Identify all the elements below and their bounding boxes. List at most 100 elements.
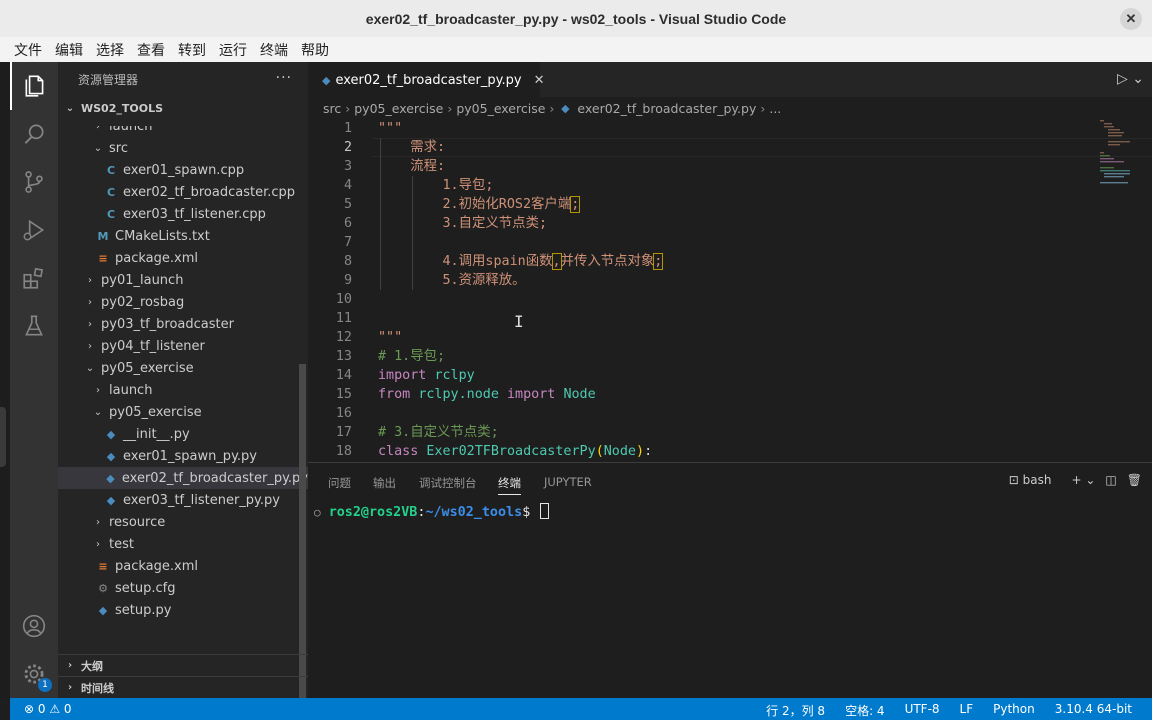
code-token: import [507, 387, 556, 402]
extensions-icon[interactable] [10, 254, 58, 302]
chevron-right-icon: › [447, 100, 453, 116]
minimap[interactable] [1098, 119, 1138, 189]
shell-name: bash [1022, 473, 1052, 487]
xml-file-icon: ≡ [98, 251, 108, 265]
tree-folder[interactable]: › py02_rosbag [58, 291, 308, 313]
panel-tab[interactable]: JUPYTER [544, 475, 592, 489]
tree-folder[interactable]: › py01_launch [58, 269, 308, 291]
end-of-line[interactable]: LF [960, 702, 974, 719]
menu-item[interactable]: 选择 [96, 40, 124, 60]
more-actions-icon[interactable]: ··· [276, 70, 292, 86]
menu-item[interactable]: 终端 [260, 40, 288, 60]
terminal-shell[interactable]: ⊡ bash [1009, 473, 1062, 487]
panel-tab[interactable]: 终端 [498, 475, 521, 495]
breadcrumb-item[interactable]: py05_exercise [456, 101, 545, 116]
tree-folder[interactable]: › test [58, 533, 308, 555]
code-line: 需求: [378, 138, 445, 157]
tree-folder[interactable]: › py04_tf_listener [58, 335, 308, 357]
terminal-output[interactable]: ○ ros2@ros2VB:~/ws02_tools$ [314, 503, 550, 520]
tree-file[interactable]: ≡ package.xml [58, 555, 308, 577]
chevron-right-icon: › [96, 126, 100, 132]
indentation[interactable]: 空格: 4 [845, 702, 885, 719]
split-terminal-icon[interactable]: ◫ [1105, 473, 1116, 487]
tree-file[interactable]: ◆ __init__.py [58, 423, 308, 445]
panel-tab[interactable]: 调试控制台 [419, 475, 477, 491]
tree-file[interactable]: ◆ exer03_tf_listener_py.py [58, 489, 308, 511]
tree-item-label: CMakeLists.txt [115, 228, 210, 244]
menu-item[interactable]: 转到 [178, 40, 206, 60]
tab-exer02-tf-broadcaster-py[interactable]: ◆ exer02_tf_broadcaster_py.py ✕ [308, 62, 544, 97]
encoding[interactable]: UTF-8 [905, 702, 940, 719]
tree-file[interactable]: Cexer01_spawn.cpp [58, 159, 308, 181]
timeline-section[interactable]: › 时间线 [58, 676, 308, 698]
tree-folder[interactable]: › launch [58, 126, 308, 137]
xml-file-icon: ≡ [98, 559, 108, 573]
language-mode[interactable]: Python [993, 702, 1035, 719]
code-token: 2.初始化ROS2客户端 [378, 197, 572, 212]
tree-folder[interactable]: ⌄ py05_exercise [58, 357, 308, 379]
files-icon[interactable] [10, 62, 58, 110]
tree-folder[interactable]: ⌄ src [58, 137, 308, 159]
outline-section[interactable]: › 大纲 [58, 654, 308, 676]
tree-item-label: py05_exercise [101, 360, 194, 376]
tree-item-label: py01_launch [101, 272, 184, 288]
breadcrumb-item[interactable]: src [323, 101, 341, 116]
panel-tab[interactable]: 输出 [373, 475, 396, 491]
line-number: 3 [343, 159, 352, 174]
tree-item-label: exer01_spawn.cpp [123, 162, 245, 178]
run-debug-icon[interactable] [10, 206, 58, 254]
panel-tab[interactable]: 问题 [328, 475, 351, 491]
tree-item-label: test [109, 536, 134, 552]
tree-item-label: package.xml [115, 558, 198, 574]
menu-item[interactable]: 运行 [219, 40, 247, 60]
tree-folder[interactable]: › launch [58, 379, 308, 401]
tree-folder[interactable]: › resource [58, 511, 308, 533]
tree-file[interactable]: Cexer03_tf_listener.cpp [58, 203, 308, 225]
tree-folder[interactable]: › py03_tf_broadcaster [58, 313, 308, 335]
workspace-root[interactable]: ⌄ WS02_TOOLS [58, 97, 308, 119]
menu-item[interactable]: 帮助 [301, 40, 329, 60]
line-number: 14 [335, 368, 352, 383]
menu-item[interactable]: 文件 [14, 40, 42, 60]
tree-file[interactable]: ≡ package.xml [58, 247, 308, 269]
source-control-icon[interactable] [10, 158, 58, 206]
tree-folder[interactable]: ⌄ py05_exercise [58, 401, 308, 423]
activity-bar: 1 [10, 62, 58, 698]
testing-icon[interactable] [10, 302, 58, 350]
menu-item[interactable]: 编辑 [55, 40, 83, 60]
cursor-position[interactable]: 行 2，列 8 [766, 702, 825, 719]
explorer-title: 资源管理器 [78, 73, 139, 87]
menu-item[interactable]: 查看 [137, 40, 165, 60]
trash-icon[interactable]: 🗑 [1127, 473, 1142, 487]
code-token: rclpy.node [418, 387, 499, 402]
account-icon[interactable] [10, 602, 58, 650]
settings-gear-icon[interactable]: 1 [10, 650, 58, 698]
code-token: class [378, 444, 419, 459]
code-token: ) [636, 444, 645, 459]
line-number: 16 [335, 406, 352, 421]
window-close-button[interactable]: ✕ [1120, 8, 1142, 30]
code-token: 并传入节点对象 [560, 254, 655, 269]
line-number: 11 [335, 311, 352, 326]
breadcrumb-item[interactable]: exer02_tf_broadcaster_py.py [577, 101, 756, 116]
tree-file[interactable]: ◆ exer01_spawn_py.py [58, 445, 308, 467]
tree-file[interactable]: ◆ setup.py [58, 599, 308, 621]
breadcrumb-item[interactable]: ... [769, 101, 781, 116]
python-interpreter[interactable]: 3.10.4 64-bit [1055, 702, 1132, 719]
problems-indicator[interactable]: ⊗ 0 ⚠ 0 [24, 702, 72, 716]
close-icon[interactable]: ✕ [534, 73, 545, 88]
breadcrumb-item[interactable]: py05_exercise [354, 101, 443, 116]
warnings-count: ⚠ 0 [49, 702, 72, 716]
tree-file[interactable]: M CMakeLists.txt [58, 225, 308, 247]
tree-file[interactable]: ◆ exer02_tf_broadcaster_py.py [58, 467, 308, 489]
code-line: class Exer02TFBroadcasterPy(Node): [378, 442, 652, 461]
editor-tabs: ◆ exer02_tf_broadcaster_py.py ✕ ▷ ⌄ [308, 62, 1152, 97]
code-token: ( [595, 444, 604, 459]
tree-file[interactable]: Cexer02_tf_broadcaster.cpp [58, 181, 308, 203]
code-editor[interactable]: I 1 """ 2 需求: 3 流程: 4 1.导包; 5 2.初始化ROS2客户端; 6 … [308, 119, 1152, 462]
new-terminal-icon[interactable]: + ⌄ [1071, 473, 1095, 487]
search-icon[interactable] [10, 110, 58, 158]
chevron-right-icon: › [96, 384, 100, 396]
run-python-file-icon[interactable]: ▷ ⌄ [1117, 71, 1144, 87]
tree-file[interactable]: ⚙ setup.cfg [58, 577, 308, 599]
